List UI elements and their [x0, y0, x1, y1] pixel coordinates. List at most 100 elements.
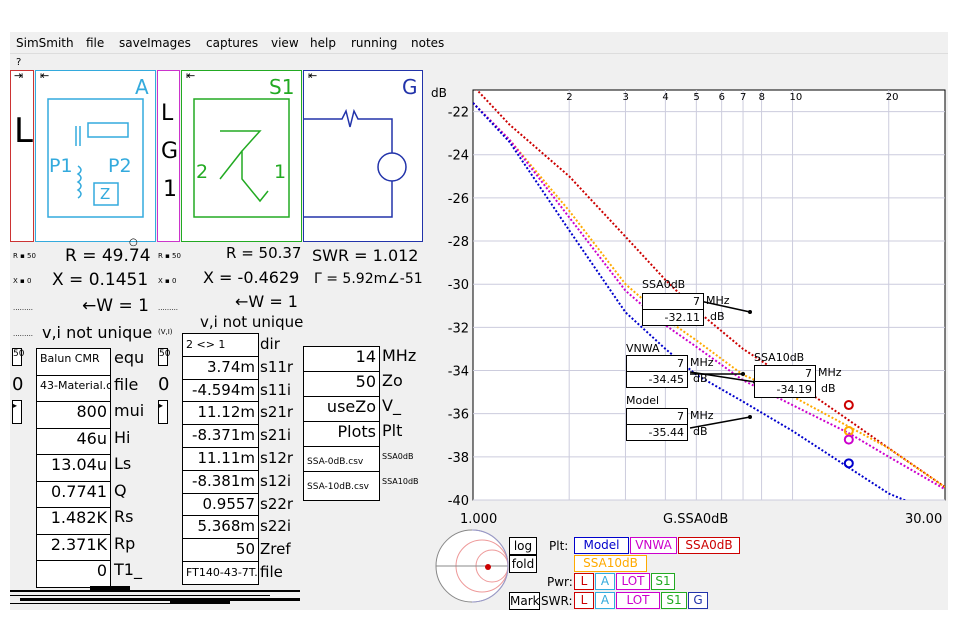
sparams-label-s21r: s21r: [260, 403, 294, 422]
x-range-end: 30.00: [905, 512, 943, 527]
menu-view[interactable]: view: [271, 36, 299, 50]
sparam-side-50[interactable]: 50: [158, 348, 170, 366]
small-r-left: R ▪ 50: [13, 252, 36, 260]
side-g-label: G: [161, 139, 179, 164]
genp-value-mhz[interactable]: 14: [303, 346, 380, 372]
annotation-model-db: -35.44: [626, 424, 688, 441]
x-tick-label: 8: [759, 92, 765, 103]
y-tick-label: -36: [448, 408, 469, 423]
help-mark[interactable]: ?: [16, 57, 21, 68]
sparams-value-file[interactable]: FT140-43-7T.s2p: [182, 561, 259, 585]
balun-label-mui: mui: [114, 401, 145, 420]
sparams-value-dir[interactable]: 2 <> 1: [182, 333, 259, 357]
smith-chart-icon[interactable]: [430, 526, 510, 606]
chart-ylabel: dB: [431, 86, 447, 100]
sparams-label-s11i: s11i: [260, 380, 292, 399]
menu-notes[interactable]: notes: [411, 36, 444, 50]
sparams-value-s21i[interactable]: -8.371m: [182, 424, 259, 448]
annotation-vnwa-name: VNWA: [626, 342, 660, 355]
annotation-ssa0db-name: SSA0dB: [642, 278, 686, 291]
annotation-ssa0db-unit: MHz: [706, 294, 730, 307]
balun-value-mui[interactable]: 800: [36, 401, 111, 429]
sparams-value-s11r[interactable]: 3.74m: [182, 355, 259, 380]
app-body: ? ⇥ L ⇤ A P1 P2 Z L G 1 ⇤ S1 2 1 ⇤ G ○ R…: [10, 54, 948, 610]
balun-value-rp[interactable]: 2.371K: [36, 533, 111, 561]
menu-simsmith[interactable]: SimSmith: [16, 36, 74, 50]
annotation-arrowhead: [748, 310, 752, 314]
sparams-value-zref[interactable]: 50: [182, 538, 259, 562]
vi-left-value: v,i not unique: [42, 323, 153, 342]
genp-label-mhz: MHz: [382, 346, 417, 365]
fold-button[interactable]: fold: [509, 555, 537, 573]
genp-value-plt[interactable]: Plots: [303, 421, 380, 447]
log-button[interactable]: log: [509, 537, 537, 555]
menu-bar: SimSmith file saveImages captures view h…: [10, 32, 948, 54]
menu-file[interactable]: file: [86, 36, 104, 50]
port-1-label: 1: [274, 161, 287, 183]
sparams-value-s22r[interactable]: 0.9557: [182, 492, 259, 517]
r-mid-value: R = 50.37: [226, 244, 302, 262]
genp-value-zo[interactable]: 50: [303, 371, 380, 397]
annotation-ssa10db-dbunit: dB: [821, 382, 836, 395]
line-a-block[interactable]: ⇤ A P1 P2 Z: [35, 69, 156, 242]
annotation-model-name: Model: [626, 394, 660, 407]
balun-slider[interactable]: ▸: [12, 400, 22, 424]
annotation-ssa10db-db: -34.19: [754, 381, 816, 398]
swr-tag-lot[interactable]: LOT: [616, 592, 660, 609]
plot-tag-vnwa[interactable]: VNWA: [630, 537, 677, 554]
plot-tag-ssa10db[interactable]: SSA10dB: [574, 555, 647, 572]
sparams-value-s12r[interactable]: 11.11m: [182, 447, 259, 471]
balun-label-equ: equ: [114, 348, 145, 367]
pwr-label: Pwr:: [547, 575, 573, 589]
balun-value-q[interactable]: 0.7741: [36, 480, 111, 508]
genp-value-v[interactable]: useZo: [303, 396, 380, 422]
plot-tag-model[interactable]: Model: [574, 537, 629, 554]
swr-tag-s1[interactable]: S1: [661, 592, 687, 609]
menu-running[interactable]: running: [351, 36, 397, 50]
menu-saveimages[interactable]: saveImages: [119, 36, 191, 50]
annotation-model-freq: 7: [626, 408, 688, 425]
annotation-vnwa-db: -34.45: [626, 371, 688, 388]
genp-value-ssa10db[interactable]: SSA-10dB.csv: [303, 471, 380, 501]
mark-button[interactable]: Mark: [509, 592, 540, 610]
annotation-ssa0db-freq: 7: [642, 293, 704, 310]
w-left-value: ←W = 1: [82, 296, 149, 316]
balun-value-equ[interactable]: Balun CMR: [36, 348, 111, 376]
sparams-value-s12i[interactable]: -8.381m: [182, 469, 259, 494]
sparam-slider[interactable]: ▸: [158, 400, 168, 424]
side-block[interactable]: L G 1: [157, 70, 180, 242]
balun-value-t1[interactable]: 0: [36, 560, 111, 588]
pwr-tag-lot[interactable]: LOT: [616, 573, 650, 590]
plot-tag-ssa0db[interactable]: SSA0dB: [678, 537, 740, 554]
balun-value-ls[interactable]: 13.04u: [36, 454, 111, 482]
pwr-tag-l[interactable]: L: [574, 573, 594, 590]
generator-block[interactable]: ⇤ G: [303, 69, 423, 242]
balun-value-rs[interactable]: 1.482K: [36, 507, 111, 535]
pwr-tag-a[interactable]: A: [595, 573, 615, 590]
pwr-tag-s1[interactable]: S1: [651, 573, 675, 590]
sparams-value-s11i[interactable]: -4.594m: [182, 378, 259, 403]
sparams-value-s22i[interactable]: 5.368m: [182, 515, 259, 540]
y-tick-label: -22: [448, 106, 469, 121]
balun-side-0[interactable]: 0: [12, 374, 23, 395]
x-tick-label: 3: [622, 92, 628, 103]
annotation-ssa0db-db: -32.11: [642, 309, 704, 326]
s1-block[interactable]: ⇤ S1 2 1: [181, 69, 302, 242]
balun-label-rp: Rp: [114, 533, 136, 553]
balun-side-50[interactable]: 50: [12, 348, 24, 366]
balun-value-hi[interactable]: 46u: [36, 427, 111, 455]
s-parameter-icon: [193, 98, 290, 218]
annotation-vnwa-freq: 7: [626, 355, 688, 372]
balun-value-file[interactable]: 43-Material.csv: [36, 374, 111, 402]
load-block[interactable]: ⇥ L: [10, 69, 34, 242]
swr-tag-g[interactable]: G: [688, 592, 708, 609]
dots-left2: .........: [13, 330, 34, 338]
vi-mid-value: v,i not unique: [200, 313, 304, 331]
sparam-side-0[interactable]: 0: [158, 374, 169, 395]
sparams-value-s21r[interactable]: 11.12m: [182, 401, 259, 426]
y-tick-label: -28: [448, 235, 469, 250]
menu-captures[interactable]: captures: [206, 36, 258, 50]
swr-tag-a[interactable]: A: [595, 592, 615, 609]
menu-help[interactable]: help: [310, 36, 336, 50]
swr-tag-l[interactable]: L: [574, 592, 594, 609]
